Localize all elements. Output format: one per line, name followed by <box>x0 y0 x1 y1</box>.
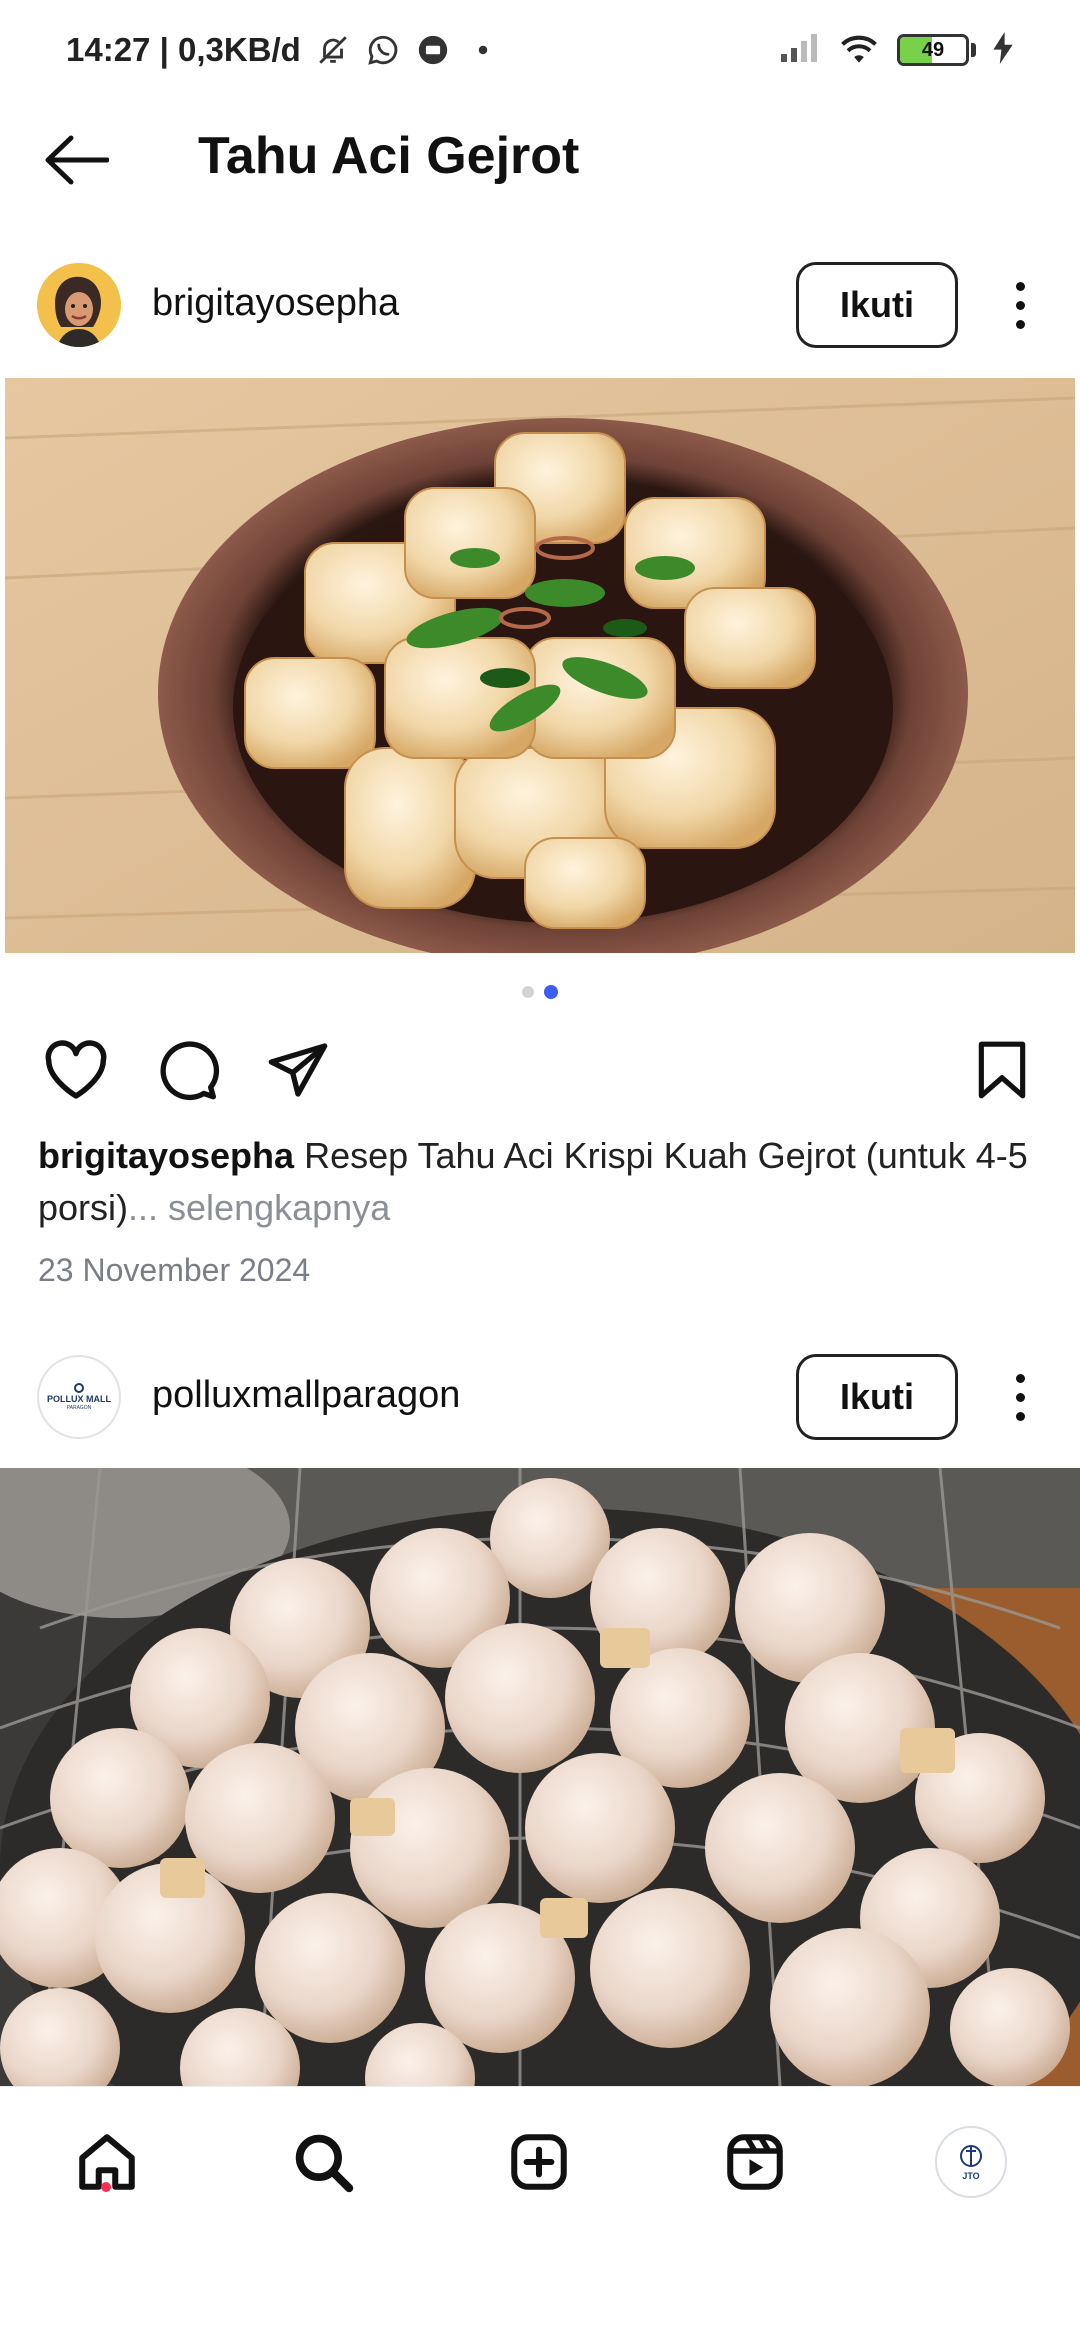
page-title: Tahu Aci Gejrot <box>198 127 580 185</box>
avatar-text: POLLUX MALL <box>47 1394 111 1404</box>
status-bar: 14:27 | 0,3KB/d 49 <box>0 0 1080 100</box>
signal-icon <box>779 32 821 69</box>
comment-icon <box>160 1041 220 1101</box>
status-time-data: 14:27 | 0,3KB/d <box>66 31 301 68</box>
more-dot <box>1015 319 1025 329</box>
whatsapp-icon <box>365 32 401 68</box>
back-button[interactable] <box>38 128 114 192</box>
status-left: 14:27 | 0,3KB/d <box>66 31 501 69</box>
create-icon <box>511 2134 567 2190</box>
save-button[interactable] <box>962 1030 1042 1110</box>
follow-button[interactable]: Ikuti <box>796 1354 958 1440</box>
like-button[interactable] <box>36 1030 116 1110</box>
comment-button[interactable] <box>148 1030 228 1110</box>
post-username[interactable]: polluxmallparagon <box>152 1374 460 1417</box>
caption-username[interactable]: brigitayosepha <box>38 1135 294 1176</box>
heart-icon <box>45 1040 107 1099</box>
nav-search[interactable] <box>278 2117 368 2207</box>
nav-create[interactable] <box>494 2117 584 2207</box>
charging-icon <box>992 31 1014 69</box>
dot-icon <box>465 32 501 68</box>
post-caption: brigitayosepha Resep Tahu Aci Krispi Kua… <box>38 1130 1038 1234</box>
battery-level: 49 <box>921 38 945 61</box>
more-dot <box>1015 1411 1025 1421</box>
wifi-icon <box>837 31 881 70</box>
avatar[interactable] <box>37 263 121 347</box>
status-right: 49 <box>779 31 1014 70</box>
profile-avatar: JTO <box>935 2126 1007 2198</box>
more-dot <box>1015 1392 1025 1402</box>
nav-profile[interactable]: JTO <box>926 2117 1016 2207</box>
carousel-indicator <box>0 985 1080 999</box>
jto-logo-icon <box>960 2145 982 2167</box>
battery-cap <box>971 43 976 57</box>
reels-icon <box>727 2134 783 2190</box>
post-header: brigitayosepha Ikuti <box>0 240 1080 370</box>
pollux-logo-icon <box>74 1383 84 1393</box>
more-dot <box>1015 1373 1025 1383</box>
header: Tahu Aci Gejrot <box>0 100 1080 220</box>
avatar-subtext: PARAGON <box>66 1405 92 1411</box>
more-dot <box>1015 300 1025 310</box>
post-username[interactable]: brigitayosepha <box>152 282 399 325</box>
bookmark-icon <box>978 1041 1026 1099</box>
profile-avatar-text: JTO <box>962 2171 980 2181</box>
send-icon <box>268 1043 328 1097</box>
more-options-button[interactable] <box>1000 262 1040 348</box>
nav-reels[interactable] <box>710 2117 800 2207</box>
carousel-dot-active <box>544 985 558 999</box>
nav-home[interactable] <box>62 2117 152 2207</box>
carousel-dot <box>522 986 534 998</box>
muted-icon <box>315 32 351 68</box>
post-date: 23 November 2024 <box>38 1252 311 1288</box>
battery-icon: 49 <box>897 34 969 66</box>
post-image-tahu-aci-fried[interactable] <box>0 1468 1080 2086</box>
post-image-tahu-aci-gejrot[interactable] <box>5 378 1075 953</box>
bottom-nav: JTO <box>0 2086 1080 2340</box>
avatar[interactable]: POLLUX MALL PARAGON <box>37 1355 121 1439</box>
share-button[interactable] <box>258 1030 338 1110</box>
follow-button[interactable]: Ikuti <box>796 262 958 348</box>
arrow-left-icon <box>45 135 109 185</box>
post-header: POLLUX MALL PARAGON polluxmallparagon Ik… <box>0 1332 1080 1462</box>
notification-dot <box>101 2182 111 2192</box>
more-options-button[interactable] <box>1000 1354 1040 1440</box>
caption-more-link[interactable]: ... selengkapnya <box>128 1187 390 1228</box>
chat-icon <box>415 32 451 68</box>
search-icon <box>295 2134 354 2193</box>
more-dot <box>1015 281 1025 291</box>
post-actions <box>0 1030 1080 1110</box>
